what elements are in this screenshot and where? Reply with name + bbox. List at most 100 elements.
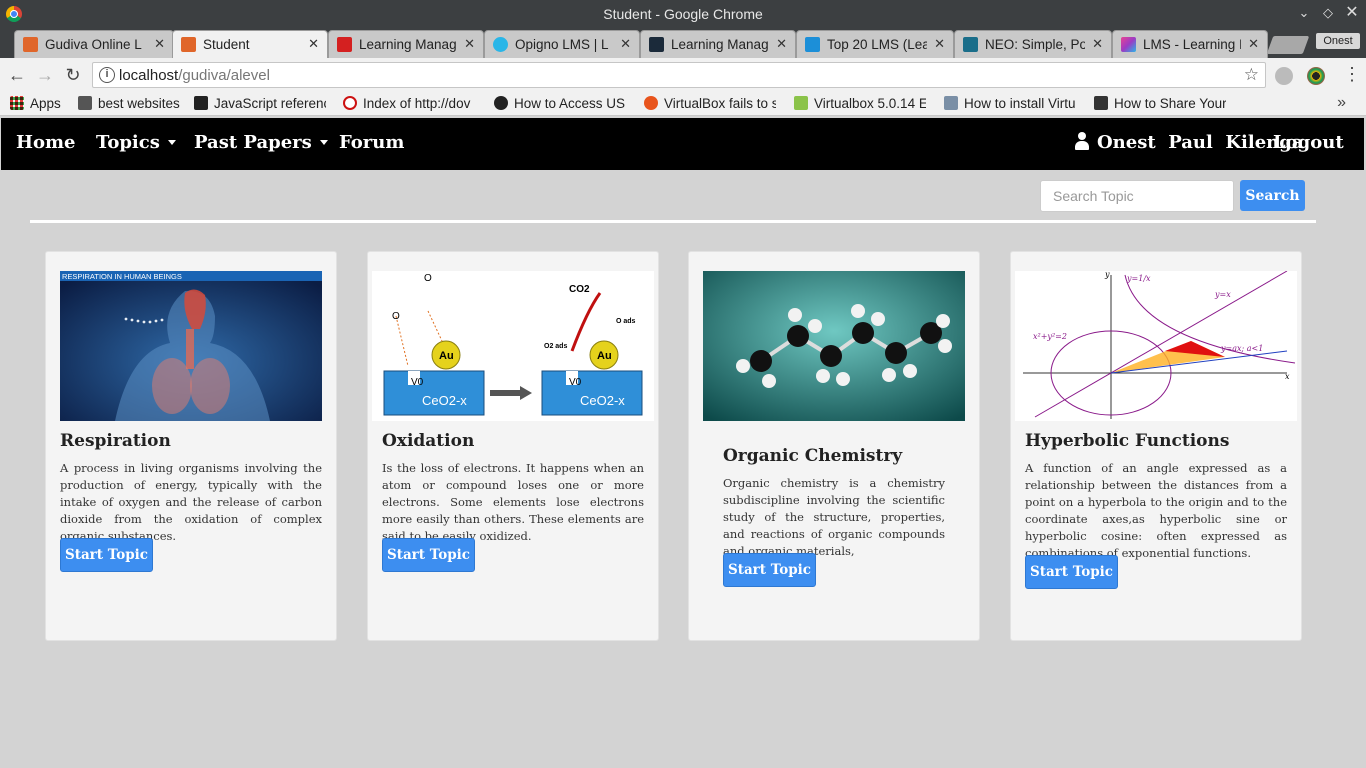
start-topic-button[interactable]: Start Topic	[1025, 555, 1118, 589]
co2-label: CO2	[569, 284, 590, 295]
tab-label: Student	[203, 37, 250, 52]
reload-icon[interactable]: ↻	[62, 64, 84, 86]
tab-label: Learning Manag	[359, 37, 457, 52]
tab-favicon-icon	[493, 37, 508, 52]
ask-icon	[644, 96, 658, 110]
card-description: Is the loss of electrons. It happens whe…	[382, 461, 644, 543]
browser-tab-active[interactable]: Student ✕	[172, 30, 328, 58]
svg-text:x: x	[1285, 372, 1290, 381]
user-icon	[1075, 132, 1089, 150]
card-title: Organic Chemistry	[723, 446, 903, 466]
nav-home[interactable]: Home	[16, 132, 76, 153]
nav-user-profile[interactable]: Onest Paul Kilenga	[1075, 132, 1303, 153]
person-icon	[944, 96, 958, 110]
nav-logout[interactable]: Logout	[1273, 132, 1344, 153]
info-icon[interactable]: i	[99, 67, 115, 83]
tab-close-icon[interactable]: ✕	[464, 36, 475, 52]
nav-forum[interactable]: Forum	[339, 132, 404, 153]
start-topic-button[interactable]: Start Topic	[382, 538, 475, 572]
tab-close-icon[interactable]: ✕	[1248, 36, 1259, 52]
tab-close-icon[interactable]: ✕	[620, 36, 631, 52]
respiration-image: RESPIRATION IN HUMAN BEINGS	[60, 271, 322, 421]
card-title: Oxidation	[382, 431, 475, 451]
tab-favicon-icon	[805, 37, 820, 52]
molecule-image	[703, 271, 965, 421]
bookmark-folder[interactable]: best websites	[78, 96, 180, 111]
bookmark-item[interactable]: How to Share Your	[1094, 96, 1226, 111]
mdn-icon	[194, 96, 208, 110]
tab-close-icon[interactable]: ✕	[934, 36, 945, 52]
apps-grid-icon	[10, 96, 24, 110]
close-window-icon[interactable]: ✕	[1344, 5, 1360, 21]
extension-icon[interactable]	[1307, 67, 1325, 85]
card-title: Respiration	[60, 431, 171, 451]
mint-icon	[794, 96, 808, 110]
nav-past-papers-dropdown[interactable]: Past Papers	[194, 132, 328, 153]
nav-topics-dropdown[interactable]: Topics	[96, 132, 176, 153]
y-eq-label: y=1/x	[1126, 274, 1151, 283]
bookmarks-bar: Apps best websites JavaScript referenc I…	[0, 92, 1366, 116]
window-titlebar: Student - Google Chrome ⌄ ◇ ✕	[0, 0, 1366, 28]
tab-label: NEO: Simple, Po	[985, 37, 1085, 52]
bookmark-item[interactable]: How to install Virtu	[944, 96, 1076, 111]
bookmarks-overflow-icon[interactable]: »	[1337, 94, 1346, 112]
browser-tab[interactable]: Top 20 LMS (Lea ✕	[796, 30, 954, 58]
window-title: Student - Google Chrome	[603, 6, 763, 22]
tab-close-icon[interactable]: ✕	[154, 36, 165, 52]
browser-tab[interactable]: Learning Manag ✕	[640, 30, 796, 58]
tab-strip: Gudiva Online L ✕ Student ✕ Learning Man…	[0, 28, 1366, 58]
caret-down-icon	[167, 140, 176, 145]
forward-arrow-icon[interactable]: →	[34, 64, 56, 86]
bookmark-star-icon[interactable]: ☆	[1244, 65, 1259, 85]
respiration-image-caption: RESPIRATION IN HUMAN BEINGS	[62, 272, 182, 281]
topic-card-oxidation: V0 V0 CeO2-x CeO2-x Au Au OO CO2 O2 ads …	[367, 251, 659, 641]
tab-close-icon[interactable]: ✕	[308, 36, 319, 52]
browser-tab[interactable]: NEO: Simple, Po ✕	[954, 30, 1112, 58]
browser-tab[interactable]: Gudiva Online L ✕	[14, 30, 174, 58]
line-eq-label: y=ax; a<1	[1220, 344, 1263, 353]
start-topic-button[interactable]: Start Topic	[60, 538, 153, 572]
bookmark-item[interactable]: How to Access USE	[494, 96, 626, 111]
bookmark-item[interactable]: VirtualBox fails to s	[644, 96, 776, 111]
maximize-icon[interactable]: ◇	[1320, 5, 1336, 21]
address-bar[interactable]: i localhost/gudiva/alevel ☆	[92, 62, 1266, 88]
site-navbar: Home Topics Past Papers Forum Onest Paul…	[1, 118, 1364, 170]
start-topic-button[interactable]: Start Topic	[723, 553, 816, 587]
tab-favicon-icon	[649, 37, 664, 52]
card-description: A function of an angle expressed as a re…	[1025, 461, 1287, 560]
profile-button[interactable]: Onest	[1316, 33, 1360, 49]
tab-label: LMS - Learning I	[1143, 37, 1241, 52]
y-x-label: y=x	[1214, 290, 1231, 299]
o2-ads-label: O2 ads	[544, 343, 567, 350]
browser-tab[interactable]: Opigno LMS | L ✕	[484, 30, 640, 58]
tab-favicon-icon	[337, 37, 352, 52]
svg-text:y: y	[1104, 271, 1110, 279]
penguin-icon	[494, 96, 508, 110]
vacancy-label: V0	[411, 377, 424, 388]
topic-card-respiration: RESPIRATION IN HUMAN BEINGS Respiration …	[45, 251, 337, 641]
folder-icon	[78, 96, 92, 110]
search-button[interactable]: Search	[1240, 180, 1305, 211]
bookmark-item[interactable]: Index of http://dov	[343, 96, 475, 111]
bookmark-item[interactable]: JavaScript referenc	[194, 96, 326, 111]
browser-tab[interactable]: Learning Manag ✕	[328, 30, 484, 58]
browser-toolbar: ← → ↻ i localhost/gudiva/alevel ☆	[0, 58, 1366, 92]
ceo2-label: CeO2-x	[580, 393, 625, 408]
new-tab-button[interactable]	[1266, 36, 1310, 54]
caret-down-icon	[319, 140, 328, 145]
bookmark-item[interactable]: Virtualbox 5.0.14 Ex	[794, 96, 926, 111]
topic-card-organic-chemistry: Organic Chemistry Organic chemistry is a…	[688, 251, 980, 641]
opera-icon	[343, 96, 357, 110]
o-ads-label: O ads	[616, 318, 636, 325]
svg-text:O: O	[392, 311, 400, 322]
browser-tab[interactable]: LMS - Learning I ✕	[1112, 30, 1268, 58]
extension-icon[interactable]	[1275, 67, 1293, 85]
search-topic-input[interactable]	[1040, 180, 1234, 212]
htg-icon	[1094, 96, 1108, 110]
back-arrow-icon[interactable]: ←	[6, 64, 28, 86]
chrome-menu-icon[interactable]: ⋮	[1343, 64, 1361, 85]
tab-close-icon[interactable]: ✕	[1092, 36, 1103, 52]
bookmark-apps[interactable]: Apps	[10, 96, 61, 111]
tab-close-icon[interactable]: ✕	[776, 36, 787, 52]
minimize-icon[interactable]: ⌄	[1296, 5, 1312, 21]
